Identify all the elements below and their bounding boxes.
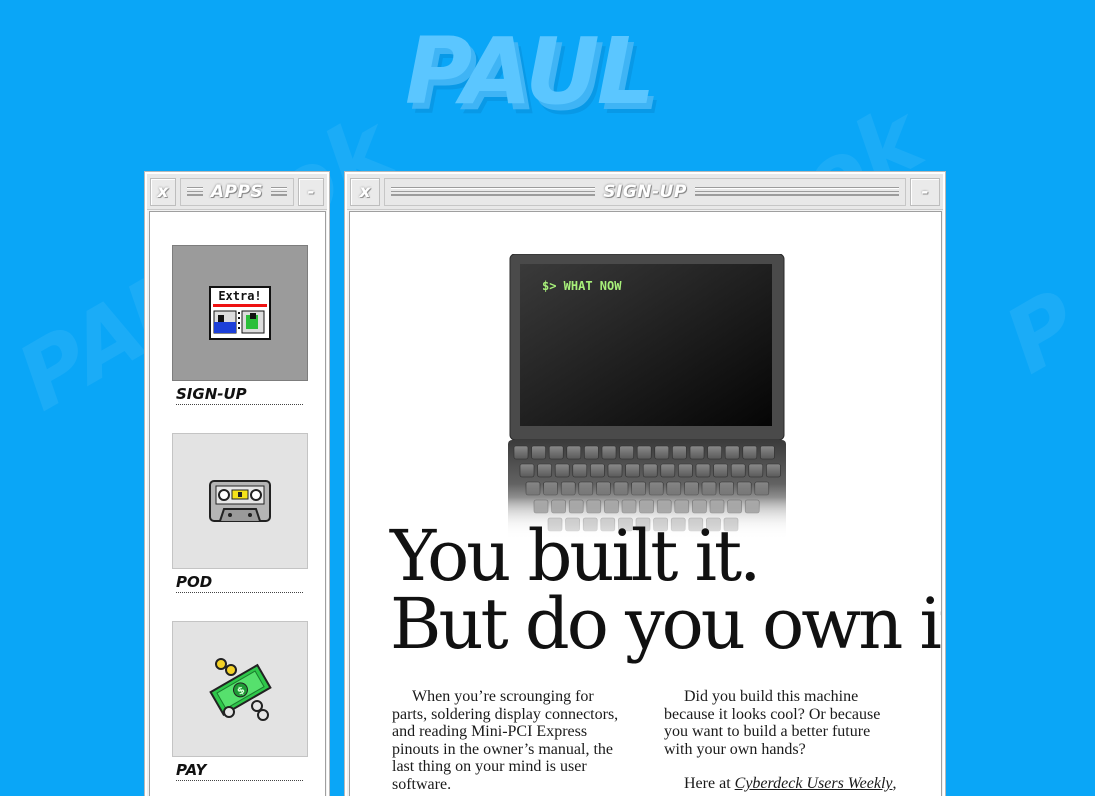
grip-lines: [391, 187, 596, 196]
grip-lines: [694, 187, 900, 196]
keyboard-key: [713, 463, 728, 478]
keyboard-key: [654, 445, 670, 460]
apps-window: x APPS - Extra! SIGN-UP POD $ PAY: [145, 172, 329, 796]
keyboard-key: [619, 445, 634, 460]
headline: You built it. But do you own it?: [390, 515, 942, 665]
keyboard-key: [672, 445, 687, 460]
signup-titlebar[interactable]: x SIGN-UP -: [347, 174, 943, 210]
keyboard-key: [584, 445, 599, 460]
minimize-button[interactable]: -: [298, 177, 324, 206]
app-label-pay[interactable]: PAY: [176, 761, 303, 781]
article-column-left: When you’re scrounging for parts, solder…: [392, 688, 628, 796]
article-paragraph: Here at Cyberdeck Users Weekly, we: [664, 775, 900, 796]
terminal-prompt: $> WHAT NOW: [542, 279, 622, 293]
headline-line-1: You built it.: [390, 515, 761, 597]
keyboard-key: [607, 463, 623, 478]
keyboard-key: [724, 445, 740, 460]
article-column-right: Did you build this machine because it lo…: [664, 688, 900, 796]
close-button[interactable]: x: [150, 177, 176, 206]
keyboard-key: [748, 463, 764, 478]
app-pod[interactable]: POD: [172, 433, 308, 593]
keyboard-key: [660, 463, 676, 478]
article-paragraph: When you’re scrounging for parts, solder…: [392, 688, 619, 793]
titlebar-drag-handle[interactable]: APPS: [179, 177, 295, 206]
newspaper-headline: Extra!: [218, 289, 261, 303]
keyboard-key: [625, 463, 640, 478]
keyboard-key: [531, 445, 546, 460]
keyboard-key: [730, 463, 746, 478]
app-label-signup[interactable]: SIGN-UP: [176, 385, 303, 405]
background-watermark: P: [988, 270, 1095, 395]
keyboard-key: [742, 445, 758, 460]
money-icon: $: [209, 658, 272, 721]
app-tile-pay[interactable]: $: [172, 621, 308, 757]
keyboard-key: [566, 445, 582, 460]
keyboard-key: [537, 463, 552, 478]
minimize-button[interactable]: -: [910, 177, 940, 206]
titlebar-drag-handle[interactable]: SIGN-UP: [384, 177, 906, 206]
keyboard-key: [548, 445, 564, 460]
signup-pane: $> WHAT NOW You built it. But do you own…: [349, 211, 942, 796]
cyberdeck-laptop-image: $> WHAT NOW: [508, 254, 786, 544]
keyboard-key: [636, 445, 652, 460]
keyboard-key: [760, 445, 775, 460]
keyboard-key: [707, 445, 722, 460]
grip-lines: [271, 187, 288, 196]
apps-titlebar[interactable]: x APPS -: [147, 174, 327, 210]
keyboard-key: [695, 463, 711, 478]
keyboard-key: [590, 463, 605, 478]
keyboard-key: [689, 445, 705, 460]
keyboard-key: [766, 463, 781, 478]
keyboard-key: [513, 445, 529, 460]
app-pay[interactable]: $ PAY: [172, 621, 308, 781]
grip-lines: [186, 187, 203, 196]
newspaper-icon: Extra!: [209, 286, 271, 340]
close-button[interactable]: x: [350, 177, 380, 206]
window-title: SIGN-UP: [603, 181, 687, 202]
paul-logo[interactable]: PAUL: [405, 18, 655, 125]
window-title: APPS: [210, 181, 264, 202]
headline-line-2: But do you own it?: [390, 583, 942, 665]
article-paragraph: Did you build this machine because it lo…: [664, 688, 881, 758]
cassette-icon: [209, 480, 271, 522]
keyboard-key: [601, 445, 617, 460]
app-tile-pod[interactable]: [172, 433, 308, 569]
cyberdeck-users-weekly-link[interactable]: Cyberdeck Users Weekly: [735, 775, 893, 792]
paragraph-prefix: Here at: [684, 775, 731, 792]
apps-pane: Extra! SIGN-UP POD $ PAY: [149, 211, 326, 796]
app-tile-signup[interactable]: Extra!: [172, 245, 308, 381]
keyboard-key: [519, 463, 535, 478]
app-label-pod[interactable]: POD: [176, 573, 303, 593]
keyboard-key: [678, 463, 693, 478]
keyboard-key: [642, 463, 658, 478]
keyboard-key: [554, 463, 570, 478]
signup-window: x SIGN-UP - $> WHAT NOW You built it. Bu…: [345, 172, 945, 796]
keyboard-key: [572, 463, 588, 478]
app-signup[interactable]: Extra! SIGN-UP: [172, 245, 308, 405]
